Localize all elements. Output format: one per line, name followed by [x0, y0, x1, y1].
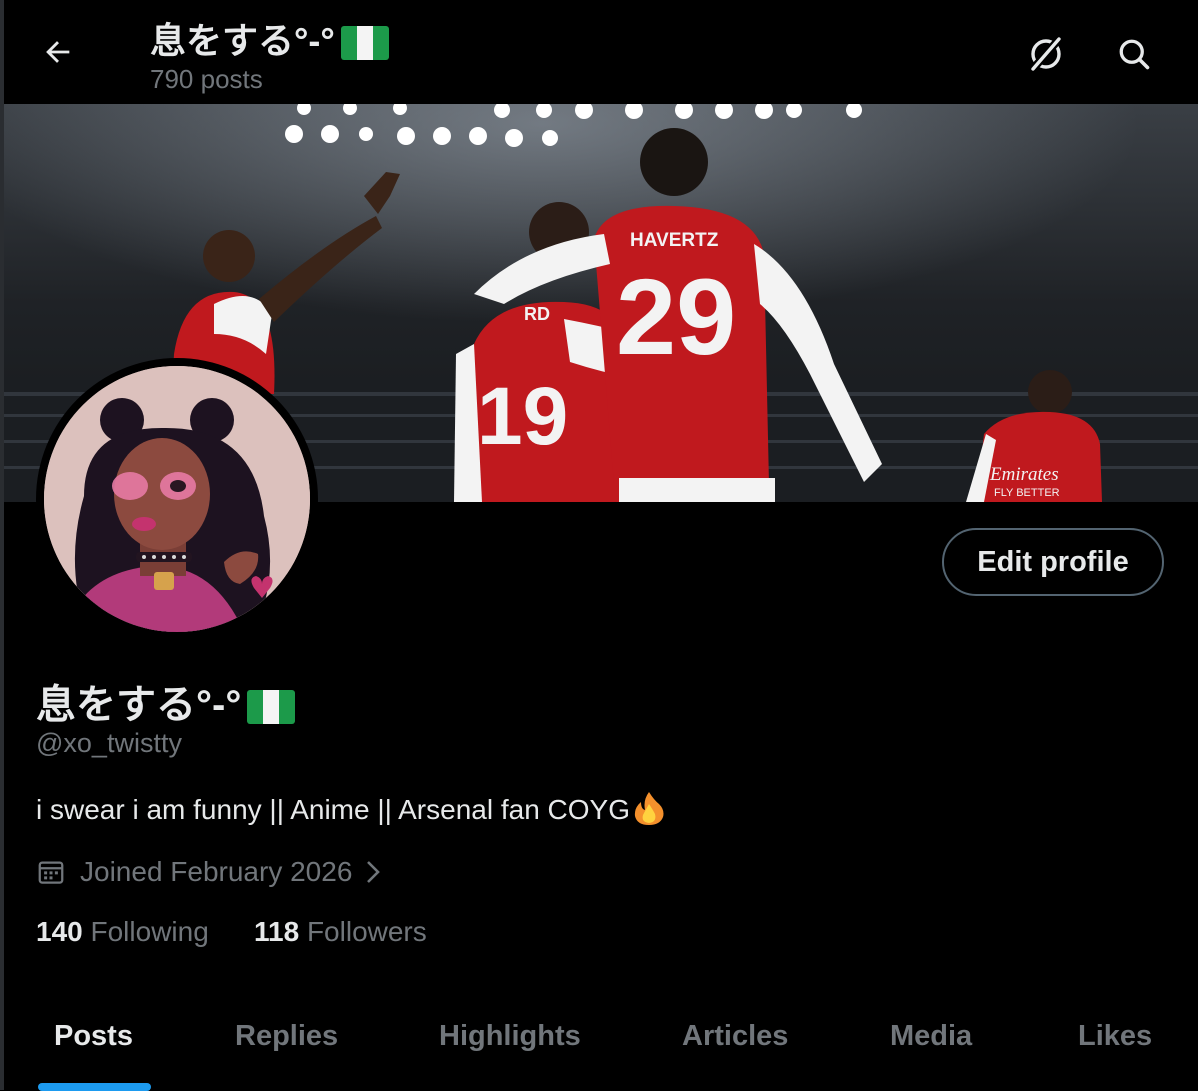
followers-link[interactable]: 118 Followers	[254, 916, 427, 948]
header-title-text: 息をする°-°	[150, 20, 335, 61]
grok-icon	[1028, 35, 1064, 73]
posts-count: 790 posts	[150, 64, 263, 94]
nigeria-flag-icon	[340, 26, 389, 61]
tab-replies[interactable]: Replies	[235, 1020, 338, 1053]
banner-name-havertz: HAVERTZ	[630, 230, 719, 251]
search-icon	[1119, 39, 1150, 70]
display-name: 息をする°-°	[36, 672, 296, 730]
nigeria-flag-icon	[247, 690, 296, 725]
header-title: 息をする°-°	[150, 12, 389, 64]
tab-articles[interactable]: Articles	[682, 1020, 788, 1053]
profile-bio: i swear i am funny || Anime || Arsenal f…	[36, 790, 666, 833]
tab-highlights[interactable]: Highlights	[439, 1020, 581, 1053]
avatar-image	[44, 366, 310, 632]
avatar-illustration	[44, 366, 310, 632]
grok-button[interactable]	[1022, 30, 1070, 78]
following-count: 140	[36, 916, 83, 947]
user-handle: @xo_twistty	[36, 728, 182, 758]
banner-sponsor-sub: FLY BETTER	[994, 487, 1060, 499]
fire-emoji-icon	[632, 790, 666, 833]
banner-number-29: 29	[616, 256, 736, 377]
joined-text: Joined February 2026	[80, 856, 353, 887]
calendar-icon	[36, 857, 66, 887]
profile-avatar[interactable]	[36, 358, 318, 640]
chevron-right-icon	[362, 858, 384, 886]
back-button[interactable]	[36, 30, 80, 74]
edit-profile-button[interactable]: Edit profile	[942, 528, 1164, 596]
bio-text: i swear i am funny || Anime || Arsenal f…	[36, 793, 631, 825]
banner-name-rd: RD	[524, 304, 550, 324]
tab-likes[interactable]: Likes	[1078, 1020, 1152, 1053]
banner-number-19: 19	[477, 371, 568, 462]
followers-count: 118	[254, 916, 300, 947]
joined-date-link[interactable]: Joined February 2026	[36, 852, 384, 892]
following-label: Following	[90, 916, 209, 947]
profile-header-bar: 息をする°-° 790 posts	[4, 0, 1198, 104]
following-link[interactable]: 140 Following	[36, 916, 209, 948]
followers-label: Followers	[306, 916, 427, 947]
arrow-left-icon	[46, 41, 70, 63]
display-name-text: 息をする°-°	[36, 683, 242, 727]
search-button[interactable]	[1110, 30, 1158, 78]
banner-sponsor: Emirates	[989, 464, 1059, 485]
tab-posts[interactable]: Posts	[54, 1020, 133, 1053]
tab-media[interactable]: Media	[890, 1020, 972, 1053]
